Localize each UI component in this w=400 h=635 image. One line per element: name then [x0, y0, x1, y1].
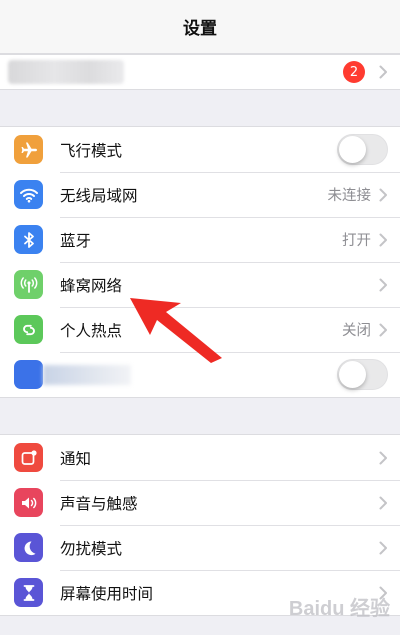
blurred-row-label	[43, 364, 131, 385]
settings-row-label: 勿扰模式	[60, 539, 123, 558]
hotspot-status: 关闭	[342, 323, 371, 339]
bluetooth-icon	[14, 225, 43, 254]
chevron-right-icon	[379, 451, 388, 465]
settings-row-wifi[interactable]: 无线局域网 未连接	[0, 172, 400, 217]
moon-icon	[14, 533, 43, 562]
chevron-right-icon	[379, 541, 388, 555]
chevron-right-icon	[379, 278, 388, 292]
settings-row-label: 通知	[60, 449, 92, 468]
settings-row-cellular[interactable]: 蜂窝网络	[0, 262, 400, 307]
hourglass-icon	[14, 578, 43, 607]
wifi-status: 未连接	[327, 188, 372, 204]
page-title: 设置	[183, 19, 217, 39]
antenna-icon	[14, 270, 43, 299]
settings-row-label: 个人热点	[60, 321, 123, 340]
chevron-right-icon	[379, 233, 388, 247]
airplane-mode-toggle[interactable]	[337, 134, 388, 165]
wifi-icon	[14, 180, 43, 209]
navigation-bar: 设置	[0, 0, 400, 54]
settings-row-label: 蓝牙	[60, 231, 92, 250]
watermark-logo: Baidu 经验	[288, 598, 390, 620]
airplane-icon	[14, 135, 43, 164]
settings-row-label: 无线局域网	[60, 186, 138, 205]
settings-row-notifications[interactable]: 通知	[0, 435, 400, 480]
settings-row-vpn[interactable]	[0, 352, 400, 397]
apple-id-row[interactable]: 2	[0, 55, 400, 89]
settings-row-airplane[interactable]: 飞行模式	[0, 127, 400, 172]
speaker-icon	[14, 488, 43, 517]
settings-row-label: 声音与触感	[60, 494, 138, 513]
profile-group: 2	[0, 54, 400, 90]
settings-row-sounds[interactable]: 声音与触感	[0, 480, 400, 525]
chevron-right-icon	[379, 65, 388, 79]
connectivity-group: 飞行模式 无线局域网 未连接 蓝牙 打开 蜂窝网络 个人热点 关闭	[0, 126, 400, 398]
settings-row-dnd[interactable]: 勿扰模式	[0, 525, 400, 570]
settings-row-label: 蜂窝网络	[60, 276, 123, 295]
vpn-icon	[14, 360, 43, 389]
vpn-toggle[interactable]	[337, 359, 388, 390]
notification-icon	[14, 443, 43, 472]
notification-badge: 2	[343, 61, 365, 83]
settings-row-bluetooth[interactable]: 蓝牙 打开	[0, 217, 400, 262]
chevron-right-icon	[379, 188, 388, 202]
settings-row-hotspot[interactable]: 个人热点 关闭	[0, 307, 400, 352]
blurred-account-name	[8, 60, 124, 84]
settings-row-label: 飞行模式	[60, 141, 123, 160]
notifications-group: 通知 声音与触感 勿扰模式 屏幕使用时间	[0, 434, 400, 616]
chevron-right-icon	[379, 496, 388, 510]
hotspot-icon	[14, 315, 43, 344]
chevron-right-icon	[379, 323, 388, 337]
bluetooth-status: 打开	[342, 233, 371, 249]
